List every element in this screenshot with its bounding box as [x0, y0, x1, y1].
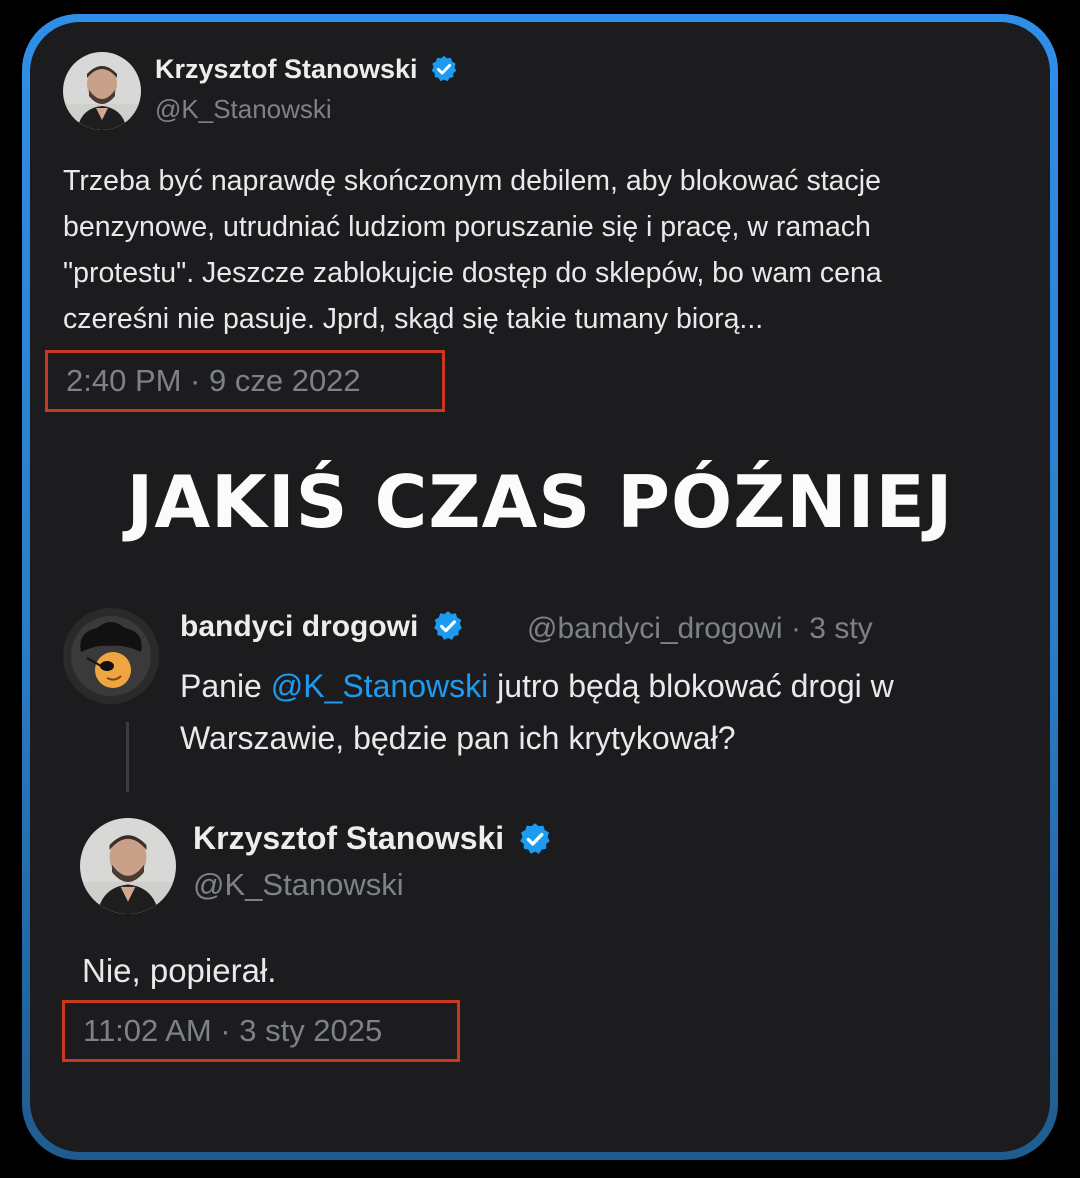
text-prefix: Panie — [180, 668, 271, 704]
meta-separator: · — [790, 612, 801, 645]
timestamp-text: 2:40 PM · 9 cze 2022 — [66, 363, 361, 398]
timestamp-text: 11:02 AM · 3 sty 2025 — [83, 1013, 383, 1048]
tweet-text-line: "protestu". Jeszcze zablokujcie dostęp d… — [63, 257, 882, 289]
author-name-text: bandyci drogowi — [180, 610, 419, 643]
verified-badge-icon — [431, 55, 457, 82]
tweet-timestamp[interactable]: 11:02 AM · 3 sty 2025 — [62, 1000, 460, 1062]
tweet-text: Panie @K_Stanowski jutro będą blokować d… — [180, 660, 1040, 764]
tweet-text-line: benzynowe, utrudniać ludziom poruszanie … — [63, 211, 871, 243]
tweet-timestamp[interactable]: 2:40 PM · 9 cze 2022 — [45, 350, 445, 412]
verified-badge-icon — [520, 822, 550, 854]
reply-meta: @bandyci_drogowi · 3 sty — [527, 612, 873, 646]
tweet-text: Trzeba być naprawdę skończonym debilem, … — [63, 158, 1033, 342]
tweet-text-line: Panie @K_Stanowski jutro będą blokować d… — [180, 660, 1040, 712]
avatar[interactable] — [80, 818, 176, 914]
author-name[interactable]: Krzysztof Stanowski — [155, 54, 459, 85]
avatar[interactable] — [63, 608, 159, 704]
author-name-text: Krzysztof Stanowski — [155, 54, 418, 84]
tweet-text-line: Warszawie, będzie pan ich krytykował? — [180, 720, 736, 756]
tweet-date[interactable]: 3 sty — [809, 612, 872, 645]
tweet-text: Nie, popierał. — [82, 952, 277, 989]
author-handle[interactable]: @K_Stanowski — [155, 94, 332, 125]
mention-link[interactable]: @K_Stanowski — [271, 668, 488, 704]
author-handle[interactable]: @bandyci_drogowi — [527, 612, 783, 645]
verified-badge-icon — [433, 611, 462, 640]
headline-overlay: JAKIŚ CZAS PÓŹNIEJ — [126, 460, 954, 544]
tweet-text-line: Trzeba być naprawdę skończonym debilem, … — [63, 165, 881, 197]
tweet-text-line: czereśni nie pasuje. Jprd, skąd się taki… — [63, 303, 764, 335]
author-name[interactable]: Krzysztof Stanowski — [193, 820, 553, 857]
author-handle[interactable]: @K_Stanowski — [193, 867, 404, 903]
avatar[interactable] — [63, 52, 141, 130]
author-name[interactable]: bandyci drogowi — [180, 610, 465, 644]
thread-connector — [126, 722, 129, 792]
author-name-text: Krzysztof Stanowski — [193, 820, 505, 856]
text-suffix: jutro będą blokować drogi w — [488, 668, 894, 704]
tweet-card: Krzysztof Stanowski @K_Stanowski Trzeba … — [30, 22, 1050, 1152]
